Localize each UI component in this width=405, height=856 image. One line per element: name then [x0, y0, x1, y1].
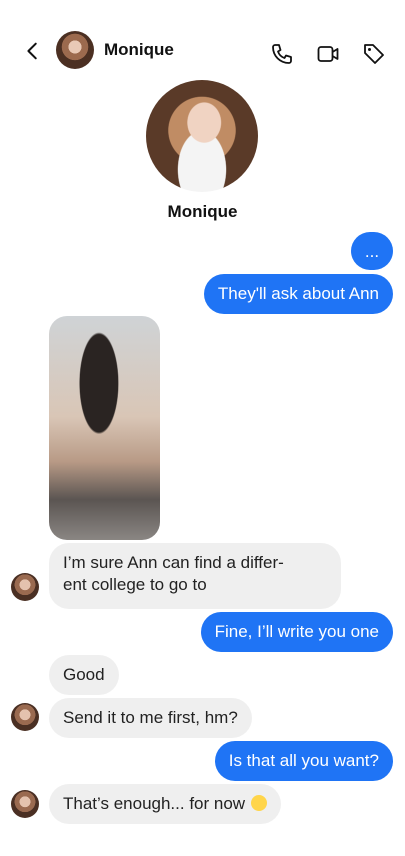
incoming-message: Good: [49, 655, 119, 695]
sender-avatar[interactable]: [11, 790, 39, 818]
outgoing-message: They'll ask about Ann: [203, 274, 393, 314]
back-arrow-icon[interactable]: [22, 40, 44, 62]
chat-header: Monique: [0, 28, 405, 74]
contact-name[interactable]: Monique: [104, 40, 174, 60]
outgoing-message: ...: [351, 232, 393, 270]
shared-photo[interactable]: [49, 316, 160, 540]
sender-avatar[interactable]: [11, 703, 39, 731]
phone-icon[interactable]: [270, 42, 294, 66]
video-call-icon[interactable]: [316, 42, 340, 66]
profile-name: Monique: [167, 202, 238, 221]
message-line: ent college to go to: [63, 575, 207, 594]
message-text: That’s enough... for now: [63, 794, 246, 813]
tag-icon[interactable]: [362, 42, 386, 66]
sender-avatar[interactable]: [11, 573, 39, 601]
incoming-message: I’m sure Ann can find a differ- ent coll…: [49, 543, 341, 609]
profile-avatar[interactable]: [146, 80, 258, 192]
message-line: I’m sure Ann can find a differ-: [63, 553, 284, 572]
incoming-message: That’s enough... for now: [49, 784, 282, 824]
smirk-emoji-icon: [251, 795, 268, 811]
incoming-message: Send it to me first, hm?: [49, 698, 252, 738]
outgoing-message: Fine, I’ll write you one: [200, 612, 393, 652]
avatar[interactable]: [56, 31, 94, 69]
outgoing-message: Is that all you want?: [214, 741, 393, 781]
